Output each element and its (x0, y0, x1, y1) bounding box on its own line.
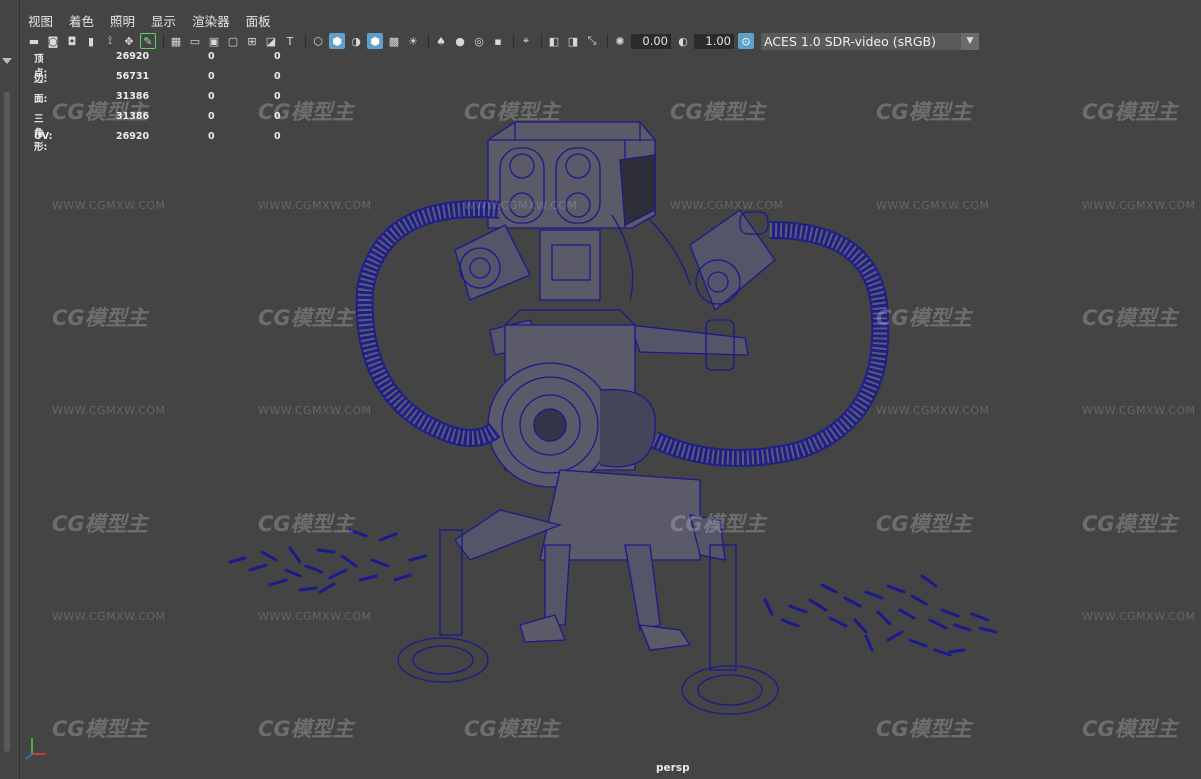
watermark-url: WWW.CGMXW.COM (258, 404, 372, 417)
watermark-logo: CG模型主 (258, 717, 354, 741)
watermark-url: WWW.CGMXW.COM (1082, 610, 1196, 623)
watermark-logo: CG模型主 (258, 100, 354, 124)
watermark-logo: CG模型主 (52, 512, 148, 536)
watermark-logo: CG模型主 (876, 306, 972, 330)
watermark-logo: CG模型主 (464, 100, 560, 124)
watermark-logo: CG模型主 (52, 717, 148, 741)
axis-gizmo-icon (26, 738, 46, 760)
watermark-logo: CG模型主 (876, 717, 972, 741)
camera-name-label: persp (656, 762, 690, 774)
watermark-logo: CG模型主 (258, 306, 354, 330)
watermark-url: WWW.CGMXW.COM (52, 610, 166, 623)
shell-casings-left (228, 528, 428, 594)
watermark-logo: CG模型主 (876, 100, 972, 124)
watermark-logo: CG模型主 (876, 512, 972, 536)
watermark-url: WWW.CGMXW.COM (258, 199, 372, 212)
watermark-url: WWW.CGMXW.COM (1082, 199, 1196, 212)
watermark-logo: CG模型主 (1082, 512, 1178, 536)
watermark-url: WWW.CGMXW.COM (1082, 404, 1196, 417)
shell-casings-right (763, 574, 998, 657)
watermark-logo: CG模型主 (670, 512, 766, 536)
watermark-logo: CG模型主 (1082, 717, 1178, 741)
watermark-logo: CG模型主 (464, 717, 560, 741)
watermark-url: WWW.CGMXW.COM (258, 610, 372, 623)
robot-wireframe-model[interactable] (355, 121, 890, 715)
viewport-canvas[interactable] (0, 0, 1201, 779)
watermark-url: WWW.CGMXW.COM (52, 404, 166, 417)
watermark-logo: CG模型主 (1082, 306, 1178, 330)
watermark-logo: CG模型主 (52, 306, 148, 330)
watermark-url: WWW.CGMXW.COM (52, 199, 166, 212)
watermark-logo: CG模型主 (670, 100, 766, 124)
watermark-logo: CG模型主 (52, 100, 148, 124)
watermark-logo: CG模型主 (258, 512, 354, 536)
watermark-url: WWW.CGMXW.COM (876, 199, 990, 212)
watermark-url: WWW.CGMXW.COM (464, 199, 578, 212)
watermark-url: WWW.CGMXW.COM (670, 199, 784, 212)
watermark-url: WWW.CGMXW.COM (876, 404, 990, 417)
watermark-logo: CG模型主 (1082, 100, 1178, 124)
